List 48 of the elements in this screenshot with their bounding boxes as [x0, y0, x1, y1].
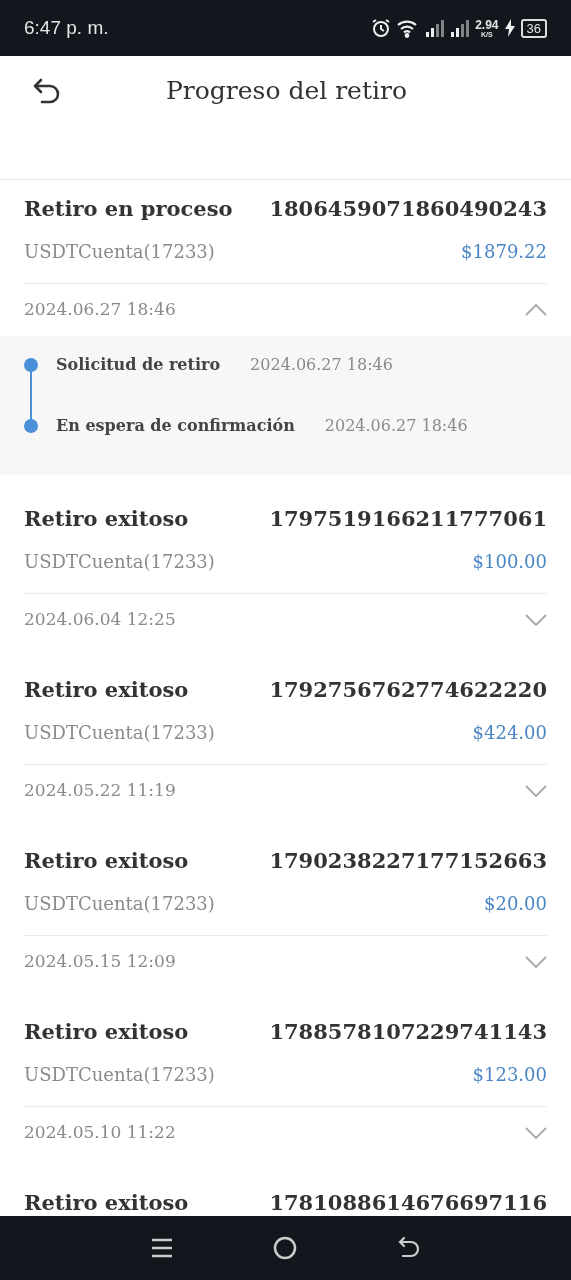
date-time: 2024.06.04 12:25 — [24, 608, 176, 632]
withdrawal-status: Retiro exitoso — [24, 676, 189, 705]
amount: $424.00 — [472, 720, 547, 745]
chevron-up-icon[interactable] — [525, 304, 547, 316]
amount: $100.00 — [472, 549, 547, 574]
account-name: USDTCuenta(17233) — [24, 891, 215, 916]
date-time: 2024.05.10 11:22 — [24, 1121, 176, 1145]
status-time: 6:47 p. m. — [24, 15, 109, 40]
amount: $123.00 — [472, 1062, 547, 1087]
withdrawal-id: 1790238227177152663 — [269, 847, 547, 876]
withdrawal-id: 1806459071860490243 — [269, 195, 547, 224]
page-title: Progreso del retiro — [166, 75, 407, 108]
account-name: USDTCuenta(17233) — [24, 549, 215, 574]
date-time: 2024.06.27 18:46 — [24, 298, 176, 322]
chevron-down-icon[interactable] — [525, 1127, 547, 1139]
withdrawal-status: Retiro exitoso — [24, 1189, 189, 1216]
battery-level: 36 — [520, 18, 547, 38]
withdrawal-status: Retiro en proceso — [24, 195, 233, 224]
chevron-down-icon[interactable] — [525, 785, 547, 797]
menu-icon[interactable] — [149, 1237, 174, 1259]
signal-icon — [450, 19, 471, 37]
chevron-down-icon[interactable] — [525, 614, 547, 626]
amount: $1879.22 — [461, 239, 547, 264]
chevron-down-icon[interactable] — [525, 956, 547, 968]
withdrawal-status: Retiro exitoso — [24, 847, 189, 876]
date-time: 2024.05.22 11:19 — [24, 779, 176, 803]
withdrawal-id: 1797519166211777061 — [269, 505, 547, 534]
date-time: 2024.05.15 12:09 — [24, 950, 176, 974]
amount: $20.00 — [484, 891, 547, 916]
network-speed: 2.94 — [475, 18, 499, 31]
withdrawal-id: 1781088614676697116 — [269, 1189, 547, 1216]
step-time: 2024.06.27 18:46 — [324, 415, 468, 437]
withdrawal-id: 1788578107229741143 — [269, 1018, 547, 1047]
account-name: USDTCuenta(17233) — [24, 1062, 215, 1087]
alarm-icon — [371, 18, 392, 38]
account-name: USDTCuenta(17233) — [24, 239, 215, 264]
home-icon[interactable] — [273, 1236, 298, 1260]
back-icon[interactable] — [32, 78, 62, 104]
withdrawal-status: Retiro exitoso — [24, 505, 189, 534]
withdrawal-id: 1792756762774622220 — [269, 676, 547, 705]
signal-icon — [425, 19, 446, 37]
step-label: En espera de confirmación — [56, 415, 295, 437]
step-label: Solicitud de retiro — [56, 354, 221, 376]
account-name: USDTCuenta(17233) — [24, 720, 215, 745]
charging-icon — [503, 19, 516, 37]
back-icon[interactable] — [397, 1236, 422, 1260]
withdrawal-status: Retiro exitoso — [24, 1018, 189, 1047]
step-time: 2024.06.27 18:46 — [250, 354, 393, 376]
